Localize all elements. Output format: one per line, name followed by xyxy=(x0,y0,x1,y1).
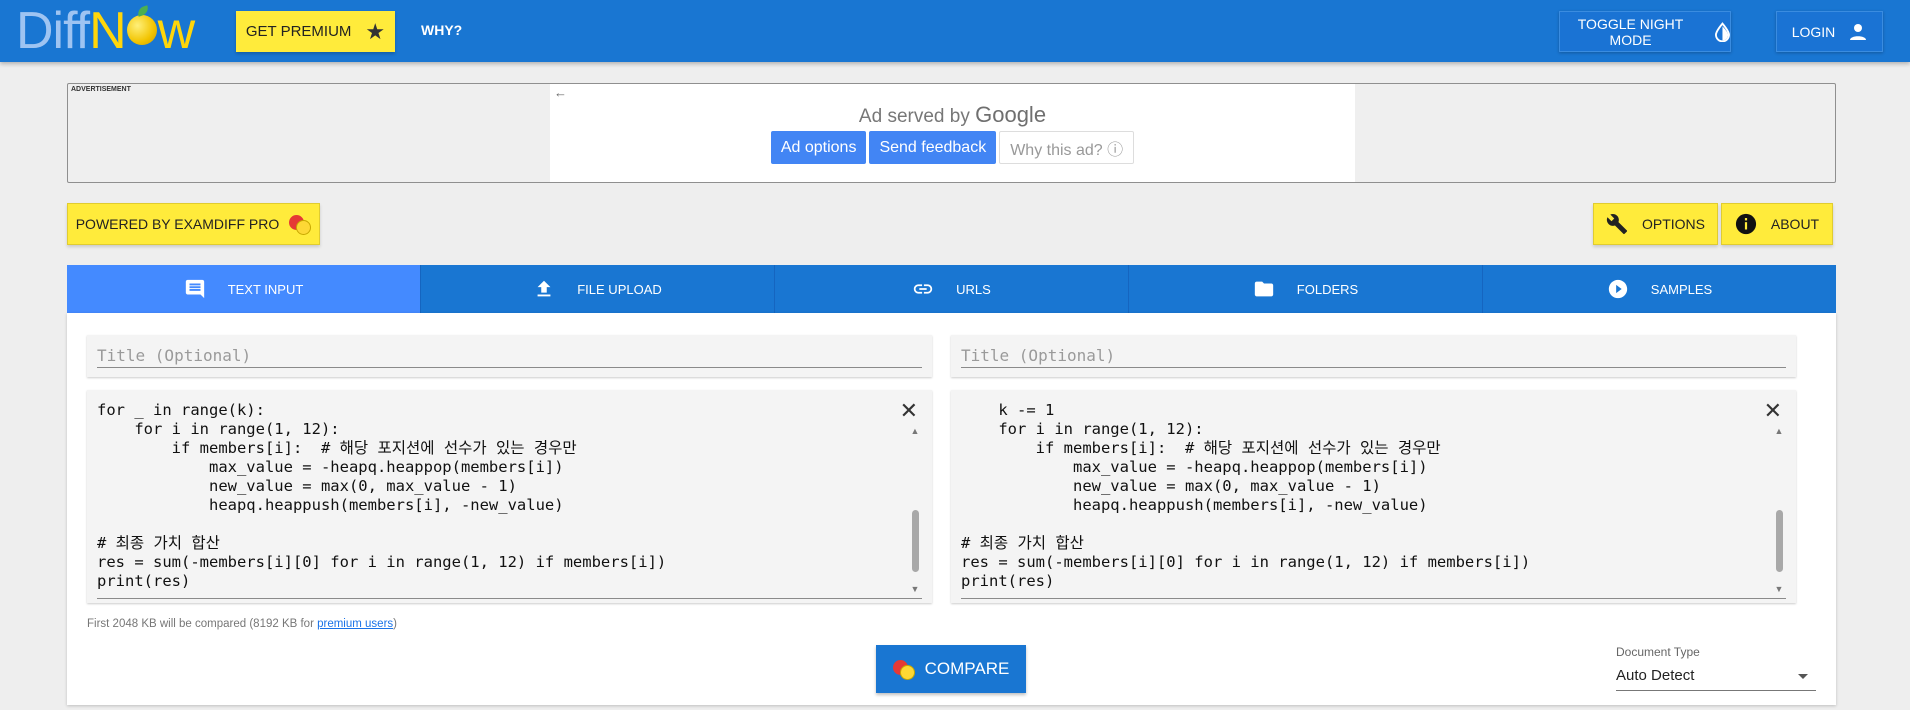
scroll-down-icon[interactable]: ▼ xyxy=(1774,584,1784,594)
right-title-input[interactable] xyxy=(961,344,1786,368)
options-button[interactable]: OPTIONS xyxy=(1593,203,1718,245)
why-link[interactable]: WHY? xyxy=(421,22,462,38)
left-scrollbar-thumb[interactable] xyxy=(912,510,919,572)
right-scrollbar-thumb[interactable] xyxy=(1776,510,1783,572)
info-icon xyxy=(1735,213,1756,235)
clear-left-icon[interactable]: ✕ xyxy=(900,400,918,422)
link-icon xyxy=(913,284,933,294)
right-scrollbar[interactable]: ▲ ▼ xyxy=(1774,426,1784,594)
tab-folders[interactable]: FOLDERS xyxy=(1129,265,1483,313)
compare-button[interactable]: COMPARE xyxy=(876,645,1026,693)
folder-icon xyxy=(1254,281,1273,297)
ad-options-button[interactable]: Ad options xyxy=(770,131,867,164)
ad-content: ← Ad served by Google Ad options Send fe… xyxy=(550,84,1355,182)
tab-samples[interactable]: SAMPLES xyxy=(1483,265,1836,313)
toggle-night-mode-button[interactable]: TOGGLE NIGHT MODE xyxy=(1559,11,1731,52)
document-type-select[interactable]: Auto Detect xyxy=(1616,663,1816,691)
get-premium-button[interactable]: GET PREMIUM ★ xyxy=(236,11,395,52)
tab-urls[interactable]: URLS xyxy=(775,265,1129,313)
send-feedback-button[interactable]: Send feedback xyxy=(869,131,997,164)
right-text-area[interactable]: k -= 1 for i in range(1, 12): if members… xyxy=(951,390,1796,603)
wrench-icon xyxy=(1606,214,1628,235)
document-type-label: Document Type xyxy=(1616,645,1700,659)
star-icon: ★ xyxy=(365,18,386,44)
google-wordmark: Google xyxy=(975,102,1047,127)
upload-icon xyxy=(537,280,551,297)
chevron-down-icon xyxy=(1798,674,1808,679)
lemon-logo-icon xyxy=(126,15,157,46)
fruit-icon xyxy=(289,213,312,235)
tab-text-input[interactable]: TEXT INPUT xyxy=(67,265,421,313)
login-button[interactable]: LOGIN xyxy=(1776,11,1883,52)
back-arrow-icon[interactable]: ← xyxy=(554,85,567,100)
top-navbar: DiffN w GET PREMIUM ★ WHY? TOGGLE NIGHT M… xyxy=(0,0,1910,62)
play-circle-icon xyxy=(1608,279,1627,299)
tab-file-upload[interactable]: FILE UPLOAD xyxy=(421,265,775,313)
premium-users-link[interactable]: premium users xyxy=(317,618,393,630)
why-this-ad-button[interactable]: Why this ad? ⓘ xyxy=(999,131,1135,164)
clear-right-icon[interactable]: ✕ xyxy=(1764,400,1782,422)
right-text-underline xyxy=(961,598,1786,599)
left-code-content[interactable]: for _ in range(k): for i in range(1, 12)… xyxy=(97,401,902,591)
ad-served-text: Ad served by Google xyxy=(858,102,1047,127)
about-button[interactable]: ABOUT xyxy=(1721,203,1833,245)
fruit-icon xyxy=(892,658,915,680)
advertisement-banner: ADVERTISEMENT ← Ad served by Google Ad o… xyxy=(67,83,1836,183)
left-title-input[interactable] xyxy=(97,344,922,368)
ad-button-row: Ad options Send feedback Why this ad? ⓘ xyxy=(550,131,1355,164)
scroll-down-icon[interactable]: ▼ xyxy=(910,584,920,594)
left-title-container xyxy=(87,335,932,377)
comment-icon xyxy=(185,279,204,299)
ad-label: ADVERTISEMENT xyxy=(71,86,131,93)
left-scrollbar[interactable]: ▲ ▼ xyxy=(910,426,920,594)
powered-by-examdiff-button[interactable]: POWERED BY EXAMDIFF PRO xyxy=(67,203,320,245)
size-limit-note: First 2048 KB will be compared (8192 KB … xyxy=(87,618,398,630)
diffnow-logo[interactable]: DiffN w xyxy=(16,5,195,57)
left-text-area[interactable]: for _ in range(k): for i in range(1, 12)… xyxy=(87,390,932,603)
left-text-underline xyxy=(97,598,922,599)
text-input-panel: for _ in range(k): for i in range(1, 12)… xyxy=(67,313,1836,705)
right-title-container xyxy=(951,335,1796,377)
contrast-drop-icon xyxy=(1715,21,1730,42)
right-code-content[interactable]: k -= 1 for i in range(1, 12): if members… xyxy=(961,401,1766,591)
input-mode-tabs: TEXT INPUT FILE UPLOAD URLS FOLDERS SAMP… xyxy=(67,265,1836,313)
user-icon xyxy=(1850,23,1867,40)
scroll-up-icon[interactable]: ▲ xyxy=(910,426,920,436)
scroll-up-icon[interactable]: ▲ xyxy=(1774,426,1784,436)
